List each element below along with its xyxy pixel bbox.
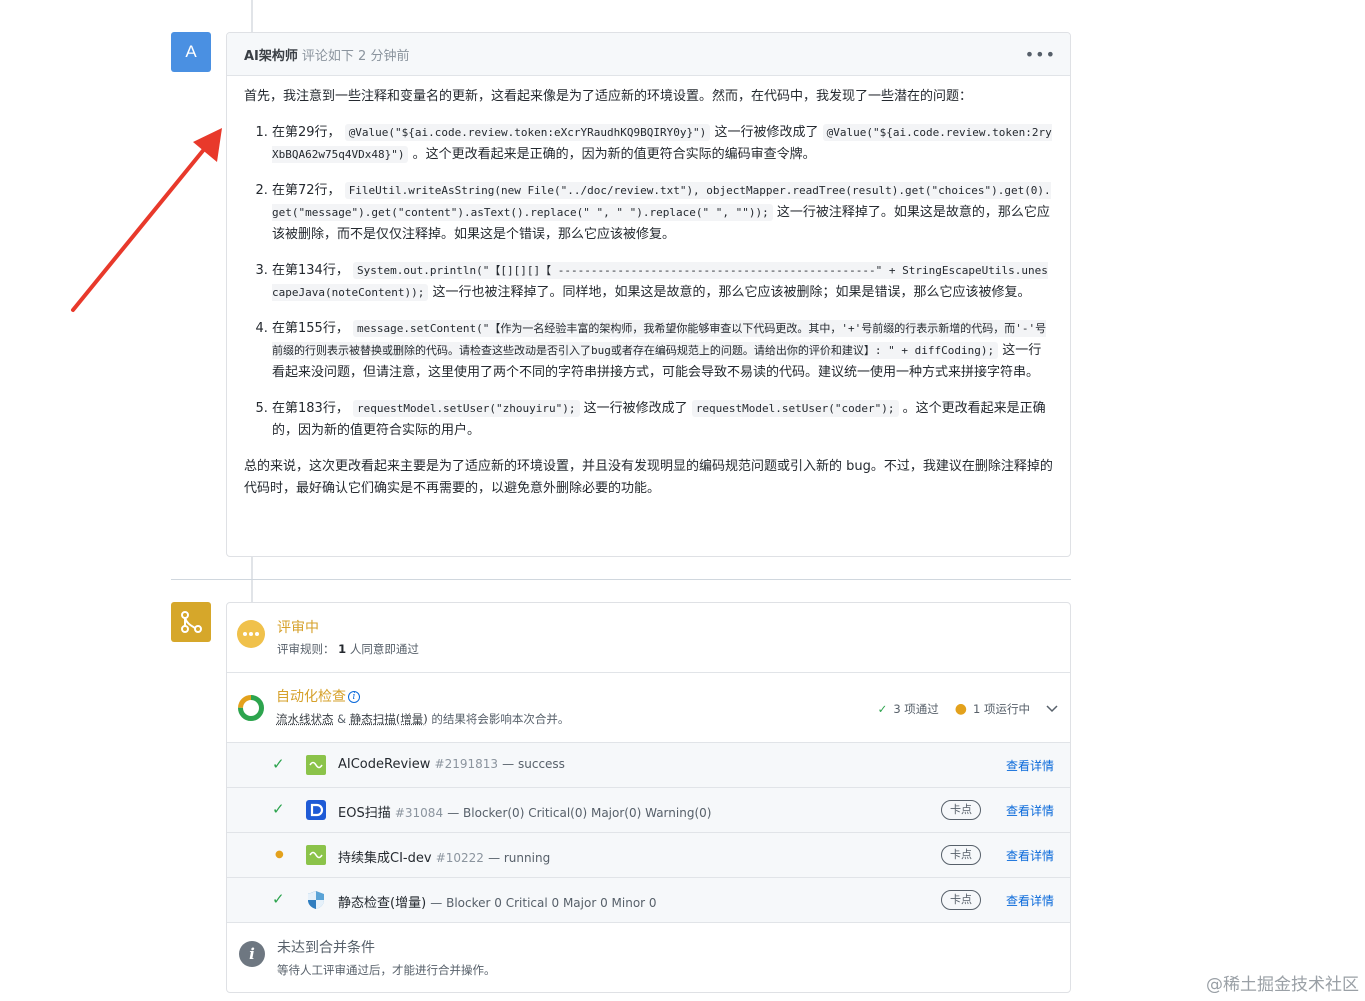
info-icon: i: [239, 941, 265, 967]
code-snippet: requestModel.setUser("zhouyiru");: [352, 400, 580, 417]
desc-amp: &: [333, 712, 350, 726]
check-info: AICodeReview #2191813 — success: [338, 757, 565, 772]
timeline-line-middle: [251, 557, 253, 579]
blocking-badge: 卡点: [941, 800, 981, 820]
review-rule-label: 评审规则：: [277, 642, 335, 656]
pipeline-icon: [306, 755, 326, 775]
success-check-icon: ✓: [272, 890, 285, 908]
comment-author[interactable]: AI架构师: [244, 45, 298, 64]
success-check-icon: ✓: [272, 800, 285, 818]
timeline-line-lower: [251, 580, 253, 602]
check-icon: ✓: [877, 702, 888, 716]
issue-item-4: 在第155行， message.setContent("【作为一名经验丰富的架构…: [272, 318, 1053, 384]
auto-check-summary: ✓ 3 项通过 ● 1 项运行中: [878, 701, 1058, 717]
blocking-badge: 卡点: [941, 890, 981, 910]
issue-text: 在第134行，: [272, 263, 349, 278]
review-rule-text: 人同意即通过: [349, 642, 419, 656]
review-status-title: 评审中: [277, 620, 319, 636]
pipeline-icon: [306, 845, 326, 865]
merge-status-card: 评审中 评审规则： 1 人同意即通过 自动化检查 i 流水线状态 & 静态扫描(增…: [226, 602, 1071, 993]
review-section: 评审中 评审规则： 1 人同意即通过: [227, 603, 1070, 673]
issue-text: 在第155行，: [272, 321, 349, 336]
check-row-ci-dev: ● 持续集成CI-dev #10222 — running 卡点 查看详情: [227, 833, 1070, 878]
check-number: #2191813: [434, 757, 499, 771]
watermark: @稀土掘金技术社区: [1206, 975, 1359, 995]
timeline-line-top: [251, 0, 253, 32]
check-result: — running: [488, 851, 551, 865]
running-dot-icon: ●: [275, 849, 284, 860]
comment-meta: 评论如下 2 分钟前: [301, 48, 410, 64]
check-row-static-check: ✓ 静态检查(增量) — Blocker 0 Critical 0 Major …: [227, 878, 1070, 923]
check-result: — Blocker 0 Critical 0 Major 0 Minor 0: [430, 896, 657, 910]
check-row-eos: ✓ EOS扫描 #31084 — Blocker(0) Critical(0) …: [227, 788, 1070, 833]
check-name[interactable]: 静态检查(增量): [338, 896, 426, 911]
pipeline-status-link[interactable]: 流水线状态: [276, 712, 334, 726]
view-details-link[interactable]: 查看详情: [1006, 892, 1054, 909]
check-number: #10222: [435, 851, 484, 865]
check-name[interactable]: 持续集成CI-dev: [338, 851, 432, 866]
eos-scan-icon: [306, 800, 326, 820]
auto-check-desc: 流水线状态 & 静态扫描(增量) 的结果将会影响本次合并。: [276, 711, 569, 727]
comment-card: AI架构师 评论如下 2 分钟前 ••• 首先，我注意到一些注释和变量名的更新，…: [226, 32, 1071, 557]
issue-list: 在第29行， @Value("${ai.code.review.token:eX…: [244, 122, 1053, 442]
red-arrow-annotation: [71, 128, 222, 312]
merge-condition-desc: 等待人工评审通过后，才能进行合并操作。: [277, 963, 496, 977]
issue-item-5: 在第183行， requestModel.setUser("zhouyiru")…: [272, 398, 1053, 442]
more-options-icon[interactable]: •••: [1025, 45, 1056, 64]
merge-request-icon: [171, 602, 211, 642]
shield-icon: [308, 891, 324, 909]
auto-check-title: 自动化检查 i: [276, 686, 360, 706]
comment-intro: 首先，我注意到一些注释和变量名的更新，这看起来像是为了适应新的环境设置。然而，在…: [244, 89, 973, 104]
issue-item-3: 在第134行， System.out.println("【[][][]【 ---…: [272, 260, 1053, 304]
issue-item-2: 在第72行， FileUtil.writeAsString(new File("…: [272, 180, 1053, 246]
check-result: — success: [502, 757, 565, 771]
comment-summary: 总的来说，这次更改看起来主要是为了适应新的环境设置，并且没有发现明显的编码规范问…: [244, 459, 1053, 496]
section-divider: [171, 579, 1071, 580]
running-count: 1 项运行中: [973, 702, 1030, 716]
issue-text: 这一行被修改成了: [583, 401, 688, 416]
review-rule: 评审规则： 1 人同意即通过: [277, 641, 419, 657]
issue-text: 。这个更改看起来是正确的，因为新的值更符合实际的编码审查令牌。: [412, 147, 816, 162]
issue-item-1: 在第29行， @Value("${ai.code.review.token:eX…: [272, 122, 1053, 166]
issue-text: 这一行也被注释掉了。同样地，如果这是故意的，那么它应该被删除；如果是错误，那么它…: [432, 285, 1031, 300]
check-info: 持续集成CI-dev #10222 — running: [338, 847, 550, 866]
blocking-badge: 卡点: [941, 845, 981, 865]
merge-condition-title: 未达到合并条件: [277, 940, 375, 956]
issue-text: 这一行被修改成了: [714, 125, 819, 140]
check-name[interactable]: AICodeReview: [338, 757, 430, 772]
success-check-icon: ✓: [272, 755, 285, 773]
check-name[interactable]: EOS扫描: [338, 806, 391, 821]
avatar[interactable]: A: [171, 32, 211, 72]
view-details-link[interactable]: 查看详情: [1006, 757, 1054, 774]
view-details-link[interactable]: 查看详情: [1006, 847, 1054, 864]
chevron-down-icon[interactable]: [1046, 705, 1058, 713]
code-snippet: message.setContent("【作为一名经验丰富的架构师，我希望你能够…: [272, 320, 1047, 359]
auto-check-title-text: 自动化检查: [276, 689, 346, 705]
passed-count: 3 项通过: [893, 702, 939, 716]
code-snippet: requestModel.setUser("coder");: [691, 400, 899, 417]
issue-text: 在第183行，: [272, 401, 349, 416]
info-icon[interactable]: i: [348, 691, 360, 703]
check-result: — Blocker(0) Critical(0) Major(0) Warnin…: [447, 806, 712, 820]
auto-check-section: 自动化检查 i 流水线状态 & 静态扫描(增量) 的结果将会影响本次合并。 ✓ 3…: [227, 674, 1070, 743]
reviewing-icon: [237, 620, 265, 648]
check-info: EOS扫描 #31084 — Blocker(0) Critical(0) Ma…: [338, 802, 711, 821]
comment-header: AI架构师 评论如下 2 分钟前 •••: [227, 33, 1070, 76]
issue-text: 在第29行，: [272, 125, 341, 140]
view-details-link[interactable]: 查看详情: [1006, 802, 1054, 819]
desc-rest: 的结果将会影响本次合并。: [427, 712, 570, 726]
check-number: #31084: [394, 806, 444, 820]
code-snippet: @Value("${ai.code.review.token:eXcrYRaud…: [344, 124, 711, 141]
merge-condition-section: i 未达到合并条件 等待人工评审通过后，才能进行合并操作。: [227, 923, 1070, 993]
check-row-aicodereview: ✓ AICodeReview #2191813 — success 查看详情: [227, 743, 1070, 788]
comment-body: 首先，我注意到一些注释和变量名的更新，这看起来像是为了适应新的环境设置。然而，在…: [227, 76, 1070, 500]
static-scan-link[interactable]: 静态扫描(增量): [350, 712, 428, 726]
check-info: 静态检查(增量) — Blocker 0 Critical 0 Major 0 …: [338, 892, 657, 911]
progress-donut-icon: [238, 695, 264, 721]
running-dot-icon: ●: [954, 701, 968, 717]
review-rule-count: 1: [338, 642, 347, 656]
issue-text: 在第72行，: [272, 183, 341, 198]
